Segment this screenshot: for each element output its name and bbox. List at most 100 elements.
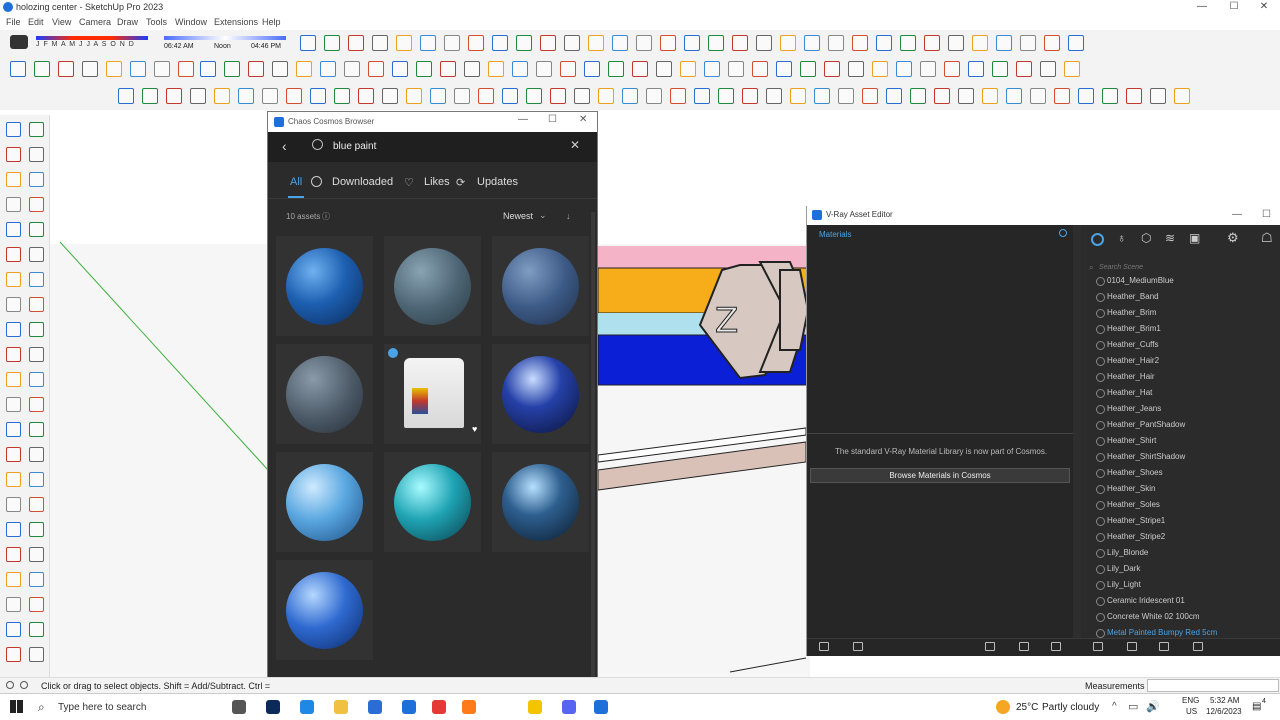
- back-arrow-icon[interactable]: ‹: [282, 138, 287, 154]
- material-list-item[interactable]: Heather_Jeans: [1096, 402, 1276, 418]
- material-list-item[interactable]: Heather_Soles: [1096, 498, 1276, 514]
- minimize-button[interactable]: —: [1186, 0, 1218, 14]
- close-button[interactable]: ✕: [1248, 0, 1280, 14]
- toolbar-row2b-tool-icon[interactable]: [824, 61, 840, 77]
- toolbar-row3-tool-icon[interactable]: [286, 88, 302, 104]
- firefox-icon[interactable]: [462, 700, 476, 714]
- toolbar-row3-tool-icon[interactable]: [622, 88, 638, 104]
- toolbar-row1-tool-icon[interactable]: [420, 35, 436, 51]
- material-list-item[interactable]: Lily_Blonde: [1096, 546, 1276, 562]
- left-tool-icon[interactable]: [29, 347, 44, 362]
- left-tool-icon[interactable]: [6, 547, 21, 562]
- asset-tile[interactable]: [276, 236, 373, 336]
- toolbar-row3-tool-icon[interactable]: [358, 88, 374, 104]
- tab-downloaded[interactable]: Downloaded: [332, 176, 393, 188]
- toolbar-row2b-tool-icon[interactable]: [224, 61, 240, 77]
- left-tool-icon[interactable]: [6, 122, 21, 137]
- toolbar-row1-tool-icon[interactable]: [636, 35, 652, 51]
- geo-icon[interactable]: [6, 681, 14, 689]
- folder-icon[interactable]: [1127, 642, 1137, 651]
- toolbar-row3-tool-icon[interactable]: [838, 88, 854, 104]
- material-list-item[interactable]: Heather_ShirtShadow: [1096, 450, 1276, 466]
- toolbar-row3-tool-icon[interactable]: [502, 88, 518, 104]
- toolbar-row1-tool-icon[interactable]: [396, 35, 412, 51]
- material-list-item[interactable]: Heather_Shoes: [1096, 466, 1276, 482]
- material-list-item[interactable]: Heather_Skin: [1096, 482, 1276, 498]
- render-teapot-icon[interactable]: ☖: [1261, 230, 1273, 246]
- mail-icon[interactable]: [402, 700, 416, 714]
- toolbar-row1-tool-icon[interactable]: [1068, 35, 1084, 51]
- tab-updates[interactable]: Updates: [477, 176, 518, 188]
- left-tool-icon[interactable]: [29, 397, 44, 412]
- toolbar-row1-tool-icon[interactable]: [996, 35, 1012, 51]
- left-tool-icon[interactable]: [29, 297, 44, 312]
- left-tool-icon[interactable]: [29, 222, 44, 237]
- left-tool-icon[interactable]: [6, 472, 21, 487]
- chrome-icon[interactable]: [432, 700, 446, 714]
- toolbar-row3-tool-icon[interactable]: [382, 88, 398, 104]
- toolbar-row2b-tool-icon[interactable]: [680, 61, 696, 77]
- toolbar-row2b-tool-icon[interactable]: [944, 61, 960, 77]
- toolbar-row1-tool-icon[interactable]: [444, 35, 460, 51]
- toolbar-row3-tool-icon[interactable]: [1030, 88, 1046, 104]
- menu-tools[interactable]: Tools: [146, 17, 167, 27]
- toolbar-row2b-tool-icon[interactable]: [584, 61, 600, 77]
- menu-file[interactable]: File: [6, 17, 21, 27]
- taskbar-search-input[interactable]: Type here to search: [58, 702, 146, 713]
- left-tool-icon[interactable]: [29, 247, 44, 262]
- asset-tile[interactable]: [384, 236, 481, 336]
- toolbar-row2b-tool-icon[interactable]: [488, 61, 504, 77]
- collapse-handle[interactable]: [1073, 225, 1081, 656]
- refresh-preview-icon[interactable]: [1019, 642, 1029, 651]
- toolbar-row3-tool-icon[interactable]: [238, 88, 254, 104]
- left-tool-icon[interactable]: [6, 222, 21, 237]
- toolbar-row3-tool-icon[interactable]: [454, 88, 470, 104]
- left-tool-icon[interactable]: [29, 497, 44, 512]
- menu-view[interactable]: View: [52, 17, 71, 27]
- store-icon[interactable]: [368, 700, 382, 714]
- menu-extensions[interactable]: Extensions: [214, 17, 258, 27]
- toolbar-row2b-tool-icon[interactable]: [704, 61, 720, 77]
- toolbar-row1-tool-icon[interactable]: [948, 35, 964, 51]
- toolbar-row1-tool-icon[interactable]: [780, 35, 796, 51]
- weather-icon[interactable]: [996, 700, 1010, 714]
- toolbar-row3-tool-icon[interactable]: [478, 88, 494, 104]
- add-asset-icon[interactable]: [1051, 642, 1061, 651]
- measurements-input[interactable]: [1147, 679, 1279, 692]
- left-tool-icon[interactable]: [29, 647, 44, 662]
- toolbar-row3-tool-icon[interactable]: [766, 88, 782, 104]
- toolbar-row2-tool-icon[interactable]: [154, 61, 170, 77]
- toolbar-row1-tool-icon[interactable]: [660, 35, 676, 51]
- maximize-button[interactable]: ☐: [1218, 0, 1250, 14]
- settings-gear-icon[interactable]: ⚙: [1227, 230, 1239, 246]
- task-view-icon[interactable]: [232, 700, 246, 714]
- material-list-item[interactable]: Heather_Band: [1096, 290, 1276, 306]
- toolbar-row3-tool-icon[interactable]: [526, 88, 542, 104]
- grid-view-icon[interactable]: [985, 642, 995, 651]
- left-tool-icon[interactable]: [6, 322, 21, 337]
- materials-category-icon[interactable]: [1091, 233, 1104, 246]
- geometry-category-icon[interactable]: ⬡: [1141, 231, 1151, 245]
- toolbar-row2b-tool-icon[interactable]: [776, 61, 792, 77]
- toolbar-row3-tool-icon[interactable]: [814, 88, 830, 104]
- left-tool-icon[interactable]: [6, 372, 21, 387]
- chevron-down-icon[interactable]: ⌄: [539, 210, 547, 221]
- toolbar-row1-tool-icon[interactable]: [1044, 35, 1060, 51]
- asset-tile[interactable]: [276, 560, 373, 660]
- material-list-item[interactable]: Heather_Hair2: [1096, 354, 1276, 370]
- toolbar-row2b-tool-icon[interactable]: [608, 61, 624, 77]
- toolbar-row2b-tool-icon[interactable]: [536, 61, 552, 77]
- cosmos-close-button[interactable]: ✕: [579, 114, 587, 125]
- left-tool-icon[interactable]: [29, 172, 44, 187]
- toolbar-row2-tool-icon[interactable]: [106, 61, 122, 77]
- toolbar-row1-tool-icon[interactable]: [564, 35, 580, 51]
- material-list-item[interactable]: Heather_Shirt: [1096, 434, 1276, 450]
- toolbar-row1-tool-icon[interactable]: [540, 35, 556, 51]
- browse-cosmos-button[interactable]: Browse Materials in Cosmos: [810, 468, 1070, 483]
- toolbar-row2b-tool-icon[interactable]: [992, 61, 1008, 77]
- menu-window[interactable]: Window: [175, 17, 207, 27]
- material-list-item[interactable]: Heather_PantShadow: [1096, 418, 1276, 434]
- toolbar-row3-tool-icon[interactable]: [1078, 88, 1094, 104]
- vray-minimize-button[interactable]: —: [1232, 209, 1242, 220]
- left-tool-icon[interactable]: [6, 272, 21, 287]
